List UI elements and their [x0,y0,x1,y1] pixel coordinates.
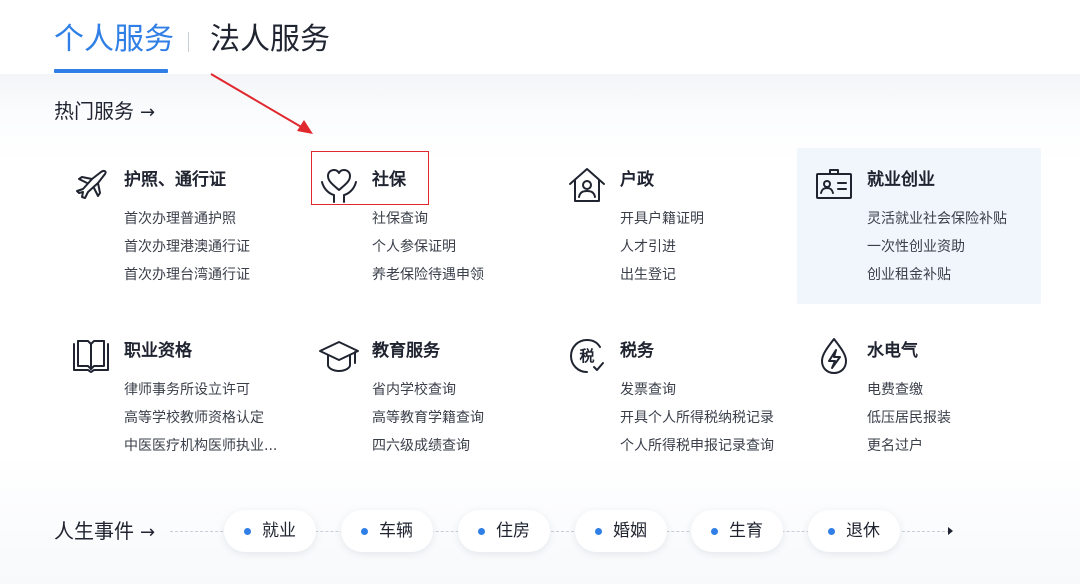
life-event-housing[interactable]: 住房 [458,510,550,552]
airplane-icon [70,164,112,206]
life-events-title[interactable]: 人生事件 → [54,517,155,547]
tab-legal-services[interactable]: 法人服务 [210,20,330,60]
card-title-qualification[interactable]: 职业资格 [124,339,192,363]
service-link[interactable]: 律师事务所设立许可 [124,376,277,404]
card-title-passport[interactable]: 护照、通行证 [124,168,226,192]
card-title-tax[interactable]: 税务 [620,339,654,363]
service-link[interactable]: 高等教育学籍查询 [372,404,484,432]
tax-icon: 税 [566,335,608,377]
service-link[interactable]: 出生登记 [620,261,704,289]
active-tab-indicator [54,69,168,73]
card-title-employment[interactable]: 就业创业 [867,168,935,192]
service-link[interactable]: 首次办理港澳通行证 [124,233,250,261]
card-title-utilities[interactable]: 水电气 [867,339,918,363]
card-links-qualification: 律师事务所设立许可 高等学校教师资格认定 中医医疗机构医师执业... [124,376,277,460]
caret-right-icon[interactable] [944,522,958,540]
dot-icon [711,528,718,535]
top-tab-bar: 个人服务 法人服务 [0,0,1080,74]
id-badge-icon [813,164,855,206]
service-link[interactable]: 个人参保证明 [372,233,484,261]
service-card-passport: 护照、通行证 首次办理普通护照 首次办理港澳通行证 首次办理台湾通行证 [54,148,298,304]
arrow-right-icon: → [140,522,156,543]
service-link[interactable]: 一次性创业资助 [867,233,1007,261]
life-event-employment[interactable]: 就业 [224,510,316,552]
dot-icon [828,528,835,535]
service-link[interactable]: 开具个人所得税纳税记录 [620,404,774,432]
card-links-tax: 发票查询 开具个人所得税纳税记录 个人所得税申报记录查询 [620,376,774,460]
dot-icon [595,528,602,535]
service-link[interactable]: 更名过户 [867,432,951,460]
life-event-marriage[interactable]: 婚姻 [575,510,667,552]
service-link[interactable]: 发票查询 [620,376,774,404]
house-person-icon [566,164,608,206]
dot-icon [244,528,251,535]
service-card-education: 教育服务 省内学校查询 高等教育学籍查询 四六级成绩查询 [302,319,546,475]
service-link[interactable]: 首次办理普通护照 [124,205,250,233]
service-link[interactable]: 首次办理台湾通行证 [124,261,250,289]
life-events-label: 人生事件 [54,519,134,543]
service-link[interactable]: 灵活就业社会保险补贴 [867,205,1007,233]
life-event-label: 车辆 [379,521,413,541]
annotation-arrow-icon [210,73,313,134]
card-links-utilities: 电费查缴 低压居民报装 更名过户 [867,376,951,460]
card-title-household[interactable]: 户政 [620,168,654,192]
service-card-tax: 税 税务 发票查询 开具个人所得税纳税记录 个人所得税申报记录查询 [550,319,794,475]
annotation-highlight-box [311,151,429,205]
graduation-cap-icon [318,335,360,377]
service-link[interactable]: 中医医疗机构医师执业... [124,432,277,460]
service-link[interactable]: 创业租金补贴 [867,261,1007,289]
life-event-label: 住房 [496,521,530,541]
tab-personal-services[interactable]: 个人服务 [54,20,174,60]
service-link[interactable]: 人才引进 [620,233,704,261]
lightning-drop-icon [813,335,855,377]
life-event-label: 生育 [729,521,763,541]
life-event-vehicle[interactable]: 车辆 [341,510,433,552]
hot-services-title[interactable]: 热门服务 → [54,97,155,127]
card-links-employment: 灵活就业社会保险补贴 一次性创业资助 创业租金补贴 [867,205,1007,289]
book-icon [70,335,112,377]
hot-services-label: 热门服务 [54,99,134,123]
life-event-childbirth[interactable]: 生育 [691,510,783,552]
card-links-social-security: 社保查询 个人参保证明 养老保险待遇申领 [372,205,484,289]
dot-icon [478,528,485,535]
card-links-passport: 首次办理普通护照 首次办理港澳通行证 首次办理台湾通行证 [124,205,250,289]
dot-icon [361,528,368,535]
life-event-label: 就业 [262,521,296,541]
service-link[interactable]: 四六级成绩查询 [372,432,484,460]
life-event-label: 退休 [846,521,880,541]
card-links-household: 开具户籍证明 人才引进 出生登记 [620,205,704,289]
life-event-label: 婚姻 [613,521,647,541]
life-event-retirement[interactable]: 退休 [808,510,900,552]
service-card-employment: 就业创业 灵活就业社会保险补贴 一次性创业资助 创业租金补贴 [797,148,1041,304]
service-card-household: 户政 开具户籍证明 人才引进 出生登记 [550,148,794,304]
arrow-right-icon: → [140,102,156,123]
service-link[interactable]: 社保查询 [372,205,484,233]
service-card-utilities: 水电气 电费查缴 低压居民报装 更名过户 [797,319,1041,475]
service-link[interactable]: 养老保险待遇申领 [372,261,484,289]
card-title-education[interactable]: 教育服务 [372,339,440,363]
svg-text:税: 税 [579,347,594,365]
service-link[interactable]: 低压居民报装 [867,404,951,432]
service-link[interactable]: 省内学校查询 [372,376,484,404]
service-link[interactable]: 高等学校教师资格认定 [124,404,277,432]
service-card-qualification: 职业资格 律师事务所设立许可 高等学校教师资格认定 中医医疗机构医师执业... [54,319,298,475]
card-links-education: 省内学校查询 高等教育学籍查询 四六级成绩查询 [372,376,484,460]
service-link[interactable]: 个人所得税申报记录查询 [620,432,774,460]
tab-divider [188,32,189,52]
service-link[interactable]: 电费查缴 [867,376,951,404]
service-link[interactable]: 开具户籍证明 [620,205,704,233]
